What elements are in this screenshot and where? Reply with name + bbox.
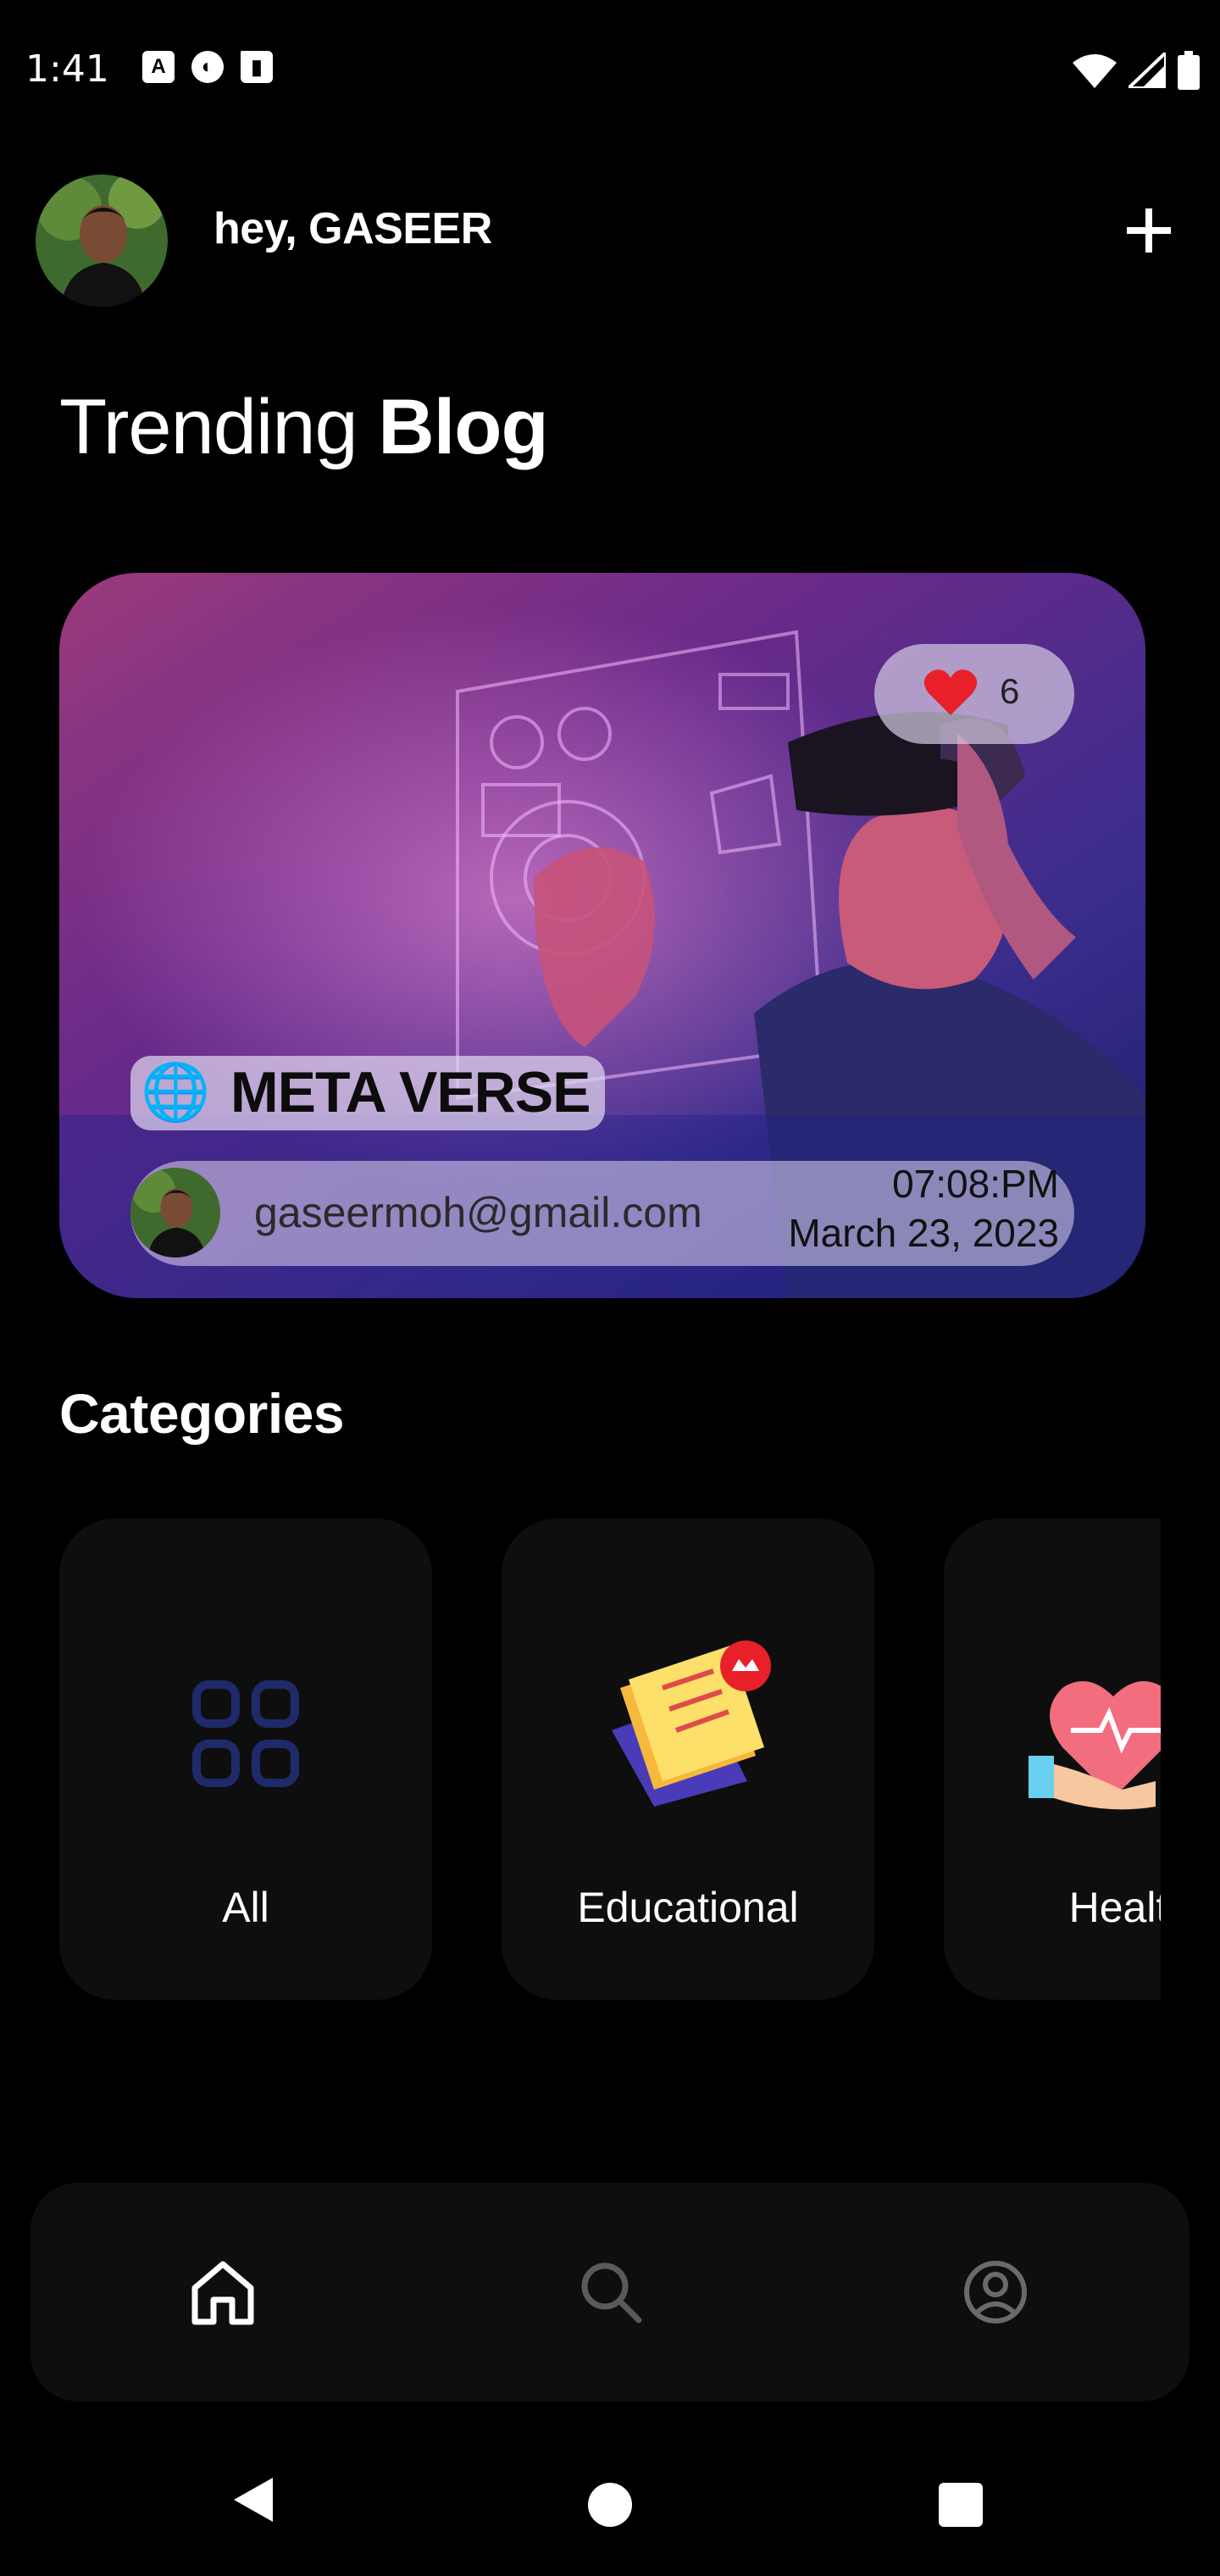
status-time: 1:41 <box>25 47 109 91</box>
category-label: Educational <box>577 1884 799 1931</box>
category-label: Healt <box>1068 1884 1161 1931</box>
like-count: 6 <box>1000 671 1020 711</box>
category-card-educational[interactable]: Educational <box>502 1518 874 2000</box>
status-icons-left: A ◐ ▮ <box>142 51 273 83</box>
category-label: All <box>222 1884 269 1931</box>
home-icon[interactable] <box>176 2246 269 2339</box>
post-date: March 23, 2023 <box>788 1211 1059 1255</box>
category-card-health[interactable]: Healt <box>944 1518 1161 2000</box>
sync-icon: ◐ <box>191 51 224 83</box>
greeting-text: hey, GASEER <box>214 204 492 253</box>
health-icon <box>1029 1681 1161 1810</box>
home-circle-icon[interactable] <box>588 2483 632 2527</box>
categories-heading: Categories <box>59 1382 345 1445</box>
profile-icon[interactable] <box>949 2246 1042 2339</box>
author-email: gaseermoh@gmail.com <box>254 1189 702 1236</box>
status-icons-right <box>1073 51 1200 90</box>
a-badge-icon: A <box>142 51 175 83</box>
category-card-all[interactable]: All <box>59 1518 432 2000</box>
author-avatar[interactable] <box>130 1168 220 1257</box>
categories-list[interactable]: All Educational Healt <box>59 1518 1161 2000</box>
education-icon <box>612 1641 771 1807</box>
plus-icon[interactable] <box>1118 200 1179 261</box>
status-bar: 1:41 A ◐ ▮ <box>0 0 1220 144</box>
title-light: Trending <box>59 384 358 470</box>
grid-icon <box>192 1680 299 1787</box>
signal-icon <box>1128 53 1166 88</box>
post-category: META VERSE <box>230 1060 591 1124</box>
globe-icon: 🌐 <box>141 1060 211 1123</box>
wifi-icon <box>1073 54 1117 88</box>
title-bold: Blog <box>378 384 548 470</box>
search-icon[interactable] <box>564 2246 657 2339</box>
user-avatar[interactable] <box>36 175 168 307</box>
heart-icon[interactable] <box>923 668 978 717</box>
post-time: 07:08:PM <box>892 1162 1059 1206</box>
back-icon[interactable] <box>229 2474 280 2525</box>
battery-icon <box>1178 51 1200 90</box>
page-title: Trending Blog <box>59 383 549 472</box>
recents-icon[interactable] <box>939 2483 983 2527</box>
sd-card-icon: ▮ <box>241 51 273 83</box>
